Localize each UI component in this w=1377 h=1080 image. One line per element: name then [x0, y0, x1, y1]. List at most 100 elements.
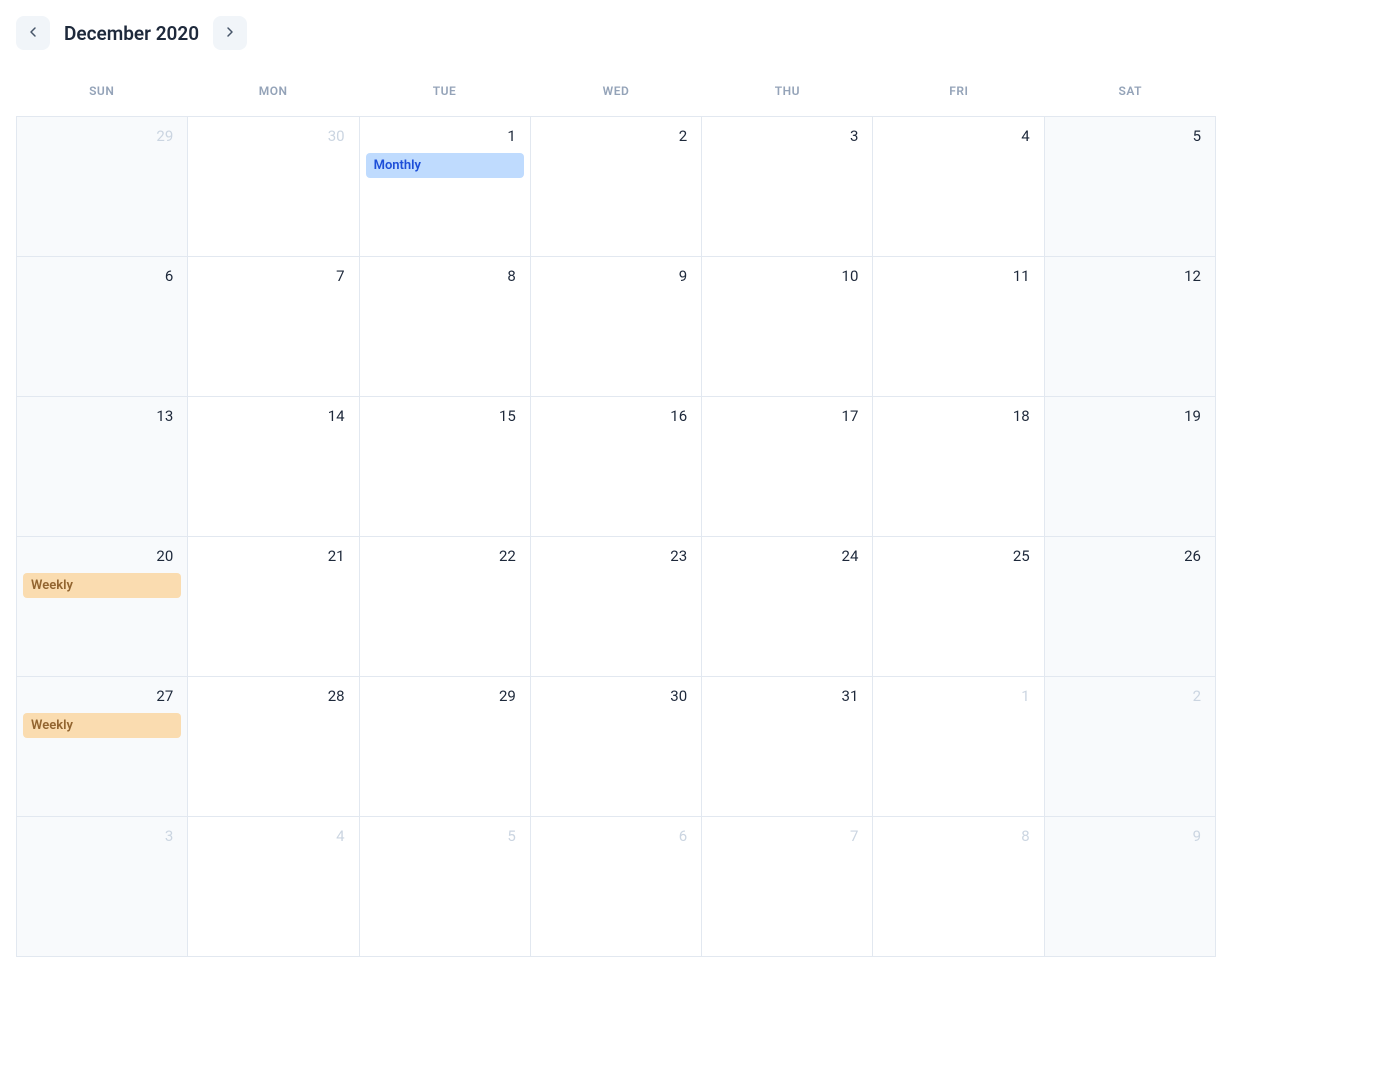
day-number: 5 — [366, 827, 524, 845]
day-number: 4 — [194, 827, 352, 845]
day-cell[interactable]: 19 — [1045, 397, 1216, 537]
day-number: 19 — [1051, 407, 1209, 425]
day-number: 12 — [1051, 267, 1209, 285]
day-cell[interactable]: 17 — [702, 397, 873, 537]
chevron-left-icon — [25, 24, 41, 43]
day-cell[interactable]: 22 — [360, 537, 531, 677]
day-cell[interactable]: 5 — [360, 817, 531, 957]
day-cell[interactable]: 23 — [531, 537, 702, 677]
day-cell[interactable]: 31 — [702, 677, 873, 817]
day-cell[interactable]: 4 — [188, 817, 359, 957]
day-number: 2 — [537, 127, 695, 145]
day-number: 16 — [537, 407, 695, 425]
day-number: 8 — [879, 827, 1037, 845]
day-cell[interactable]: 29 — [17, 117, 188, 257]
day-cell[interactable]: 25 — [873, 537, 1044, 677]
day-cell[interactable]: 9 — [531, 257, 702, 397]
day-cell[interactable]: 7 — [702, 817, 873, 957]
day-cell[interactable]: 4 — [873, 117, 1044, 257]
dow-fri: FRI — [873, 74, 1044, 108]
prev-month-button[interactable] — [16, 16, 50, 50]
day-cell[interactable]: 6 — [531, 817, 702, 957]
day-cell[interactable]: 12 — [1045, 257, 1216, 397]
day-cell[interactable]: 10 — [702, 257, 873, 397]
day-cell[interactable]: 3 — [17, 817, 188, 957]
day-cell[interactable]: 26 — [1045, 537, 1216, 677]
day-number: 29 — [23, 127, 181, 145]
day-cell[interactable]: 1 Monthly — [360, 117, 531, 257]
dow-wed: WED — [530, 74, 701, 108]
day-number: 20 — [23, 547, 181, 565]
day-cell[interactable]: 2 — [1045, 677, 1216, 817]
day-number: 25 — [879, 547, 1037, 565]
day-number: 21 — [194, 547, 352, 565]
day-number: 31 — [708, 687, 866, 705]
day-of-week-header: SUN MON TUE WED THU FRI SAT — [16, 74, 1216, 108]
dow-sun: SUN — [16, 74, 187, 108]
day-cell[interactable]: 28 — [188, 677, 359, 817]
day-cell[interactable]: 30 — [531, 677, 702, 817]
day-number: 9 — [537, 267, 695, 285]
day-number: 27 — [23, 687, 181, 705]
dow-tue: TUE — [359, 74, 530, 108]
day-cell[interactable]: 13 — [17, 397, 188, 537]
day-number: 14 — [194, 407, 352, 425]
day-number: 30 — [537, 687, 695, 705]
day-number: 5 — [1051, 127, 1209, 145]
day-cell[interactable]: 15 — [360, 397, 531, 537]
day-cell[interactable]: 24 — [702, 537, 873, 677]
calendar-header: December 2020 — [16, 16, 1216, 50]
day-number: 24 — [708, 547, 866, 565]
day-number: 15 — [366, 407, 524, 425]
day-cell[interactable]: 8 — [873, 817, 1044, 957]
dow-thu: THU — [702, 74, 873, 108]
day-number: 1 — [879, 687, 1037, 705]
day-number: 17 — [708, 407, 866, 425]
day-cell[interactable]: 27 Weekly — [17, 677, 188, 817]
events: Weekly — [23, 713, 181, 738]
day-cell[interactable]: 18 — [873, 397, 1044, 537]
next-month-button[interactable] — [213, 16, 247, 50]
day-number: 22 — [366, 547, 524, 565]
day-number: 11 — [879, 267, 1037, 285]
day-cell[interactable]: 29 — [360, 677, 531, 817]
month-title: December 2020 — [64, 22, 199, 45]
dow-sat: SAT — [1045, 74, 1216, 108]
day-cell[interactable]: 21 — [188, 537, 359, 677]
day-cell[interactable]: 14 — [188, 397, 359, 537]
day-number: 9 — [1051, 827, 1209, 845]
day-number: 10 — [708, 267, 866, 285]
day-number: 28 — [194, 687, 352, 705]
day-number: 13 — [23, 407, 181, 425]
day-number: 3 — [23, 827, 181, 845]
day-cell[interactable]: 6 — [17, 257, 188, 397]
day-number: 1 — [366, 127, 524, 145]
day-number: 29 — [366, 687, 524, 705]
day-number: 2 — [1051, 687, 1209, 705]
day-cell[interactable]: 2 — [531, 117, 702, 257]
day-cell[interactable]: 3 — [702, 117, 873, 257]
day-cell[interactable]: 20 Weekly — [17, 537, 188, 677]
day-cell[interactable]: 9 — [1045, 817, 1216, 957]
event-weekly[interactable]: Weekly — [23, 713, 181, 738]
day-cell[interactable]: 30 — [188, 117, 359, 257]
day-cell[interactable]: 5 — [1045, 117, 1216, 257]
day-cell[interactable]: 16 — [531, 397, 702, 537]
events: Weekly — [23, 573, 181, 598]
chevron-right-icon — [222, 24, 238, 43]
day-number: 7 — [708, 827, 866, 845]
day-cell[interactable]: 8 — [360, 257, 531, 397]
day-cell[interactable]: 1 — [873, 677, 1044, 817]
event-monthly[interactable]: Monthly — [366, 153, 524, 178]
day-number: 3 — [708, 127, 866, 145]
event-weekly[interactable]: Weekly — [23, 573, 181, 598]
calendar-grid: 29301Monthly2345678910111213141516171819… — [16, 116, 1216, 957]
day-number: 8 — [366, 267, 524, 285]
day-number: 6 — [23, 267, 181, 285]
day-number: 26 — [1051, 547, 1209, 565]
day-number: 7 — [194, 267, 352, 285]
day-cell[interactable]: 7 — [188, 257, 359, 397]
day-number: 23 — [537, 547, 695, 565]
day-cell[interactable]: 11 — [873, 257, 1044, 397]
events: Monthly — [366, 153, 524, 178]
